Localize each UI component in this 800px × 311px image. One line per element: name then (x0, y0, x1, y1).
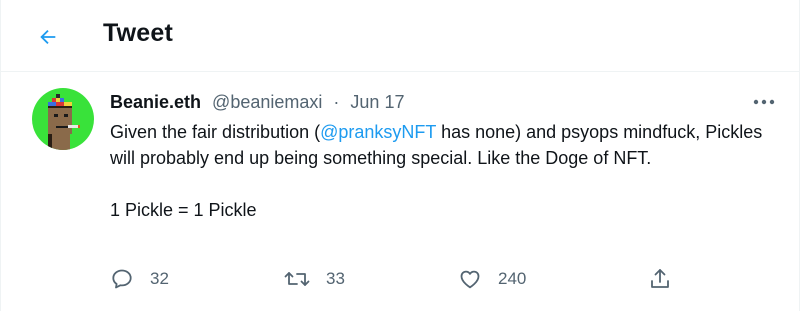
share-icon (651, 269, 669, 288)
tweet-meta: Beanie.eth @beaniemaxi · Jun 17 (110, 90, 404, 114)
like-button[interactable]: 240 (458, 264, 526, 294)
tweet-actions: 32 33 240 (110, 264, 690, 294)
mention-link[interactable]: @pranksyNFT (320, 122, 436, 142)
page-title: Tweet (103, 19, 173, 47)
tweet-text-part: Given the fair distribution ( (110, 122, 321, 142)
tweet-date[interactable]: Jun 17 (350, 92, 404, 112)
meta-separator: · (333, 92, 340, 112)
share-button[interactable] (648, 264, 672, 294)
author-name[interactable]: Beanie.eth (110, 92, 201, 112)
more-horizontal-icon (753, 99, 775, 105)
page-header: Tweet (1, 0, 799, 72)
reply-button[interactable]: 32 (110, 264, 169, 294)
back-arrow-icon (40, 29, 56, 45)
retweet-icon (284, 272, 310, 286)
heart-icon (460, 270, 480, 289)
reply-icon (112, 269, 132, 289)
retweet-button[interactable]: 33 (284, 264, 345, 294)
retweet-count: 33 (326, 269, 345, 288)
avatar[interactable] (32, 88, 94, 150)
back-button[interactable] (31, 20, 65, 54)
reply-count: 32 (150, 269, 169, 288)
author-handle[interactable]: @beaniemaxi (212, 92, 322, 112)
tweet-paragraph: 1 Pickle = 1 Pickle (110, 200, 257, 220)
more-button[interactable] (749, 90, 779, 114)
tweet-page: Tweet Beanie.eth @beaniemaxi · Jun 17 Gi… (0, 0, 800, 311)
tweet-text: Given the fair distribution (@pranksyNFT… (110, 119, 790, 223)
like-count: 240 (498, 269, 527, 288)
tweet-paragraph: Given the fair distribution (@pranksyNFT… (110, 119, 790, 171)
